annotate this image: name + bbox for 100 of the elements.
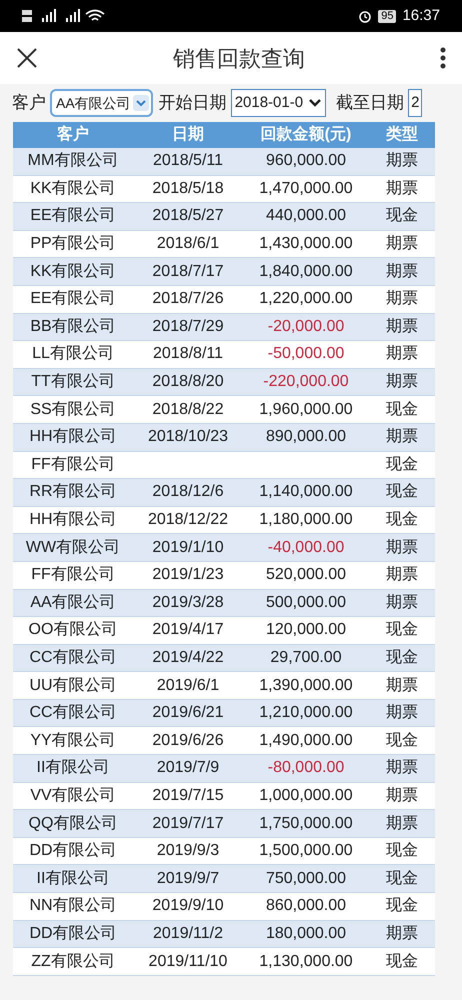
table-cell-text: 现金 xyxy=(385,730,419,751)
table-cell-text: OO有限公司 xyxy=(28,620,118,640)
table-cell-text: 2018/8/22 xyxy=(151,400,225,420)
table-cell-text: 期票 xyxy=(385,262,419,282)
customer-select[interactable]: AA有限公司 xyxy=(50,89,153,117)
alarm-icon xyxy=(358,9,372,23)
table-cell-text: 1,130,000.00 xyxy=(258,952,354,972)
table-cell-text: KK有限公司 xyxy=(29,262,117,282)
table-cell-text: 期票 xyxy=(385,924,419,944)
table-cell-text: 2018/8/20 xyxy=(151,372,225,392)
table-cell-text: -220,000.00 xyxy=(262,372,350,392)
table-cell-text: 1,220,000.00 xyxy=(258,289,354,310)
filter-label: 截至日期 xyxy=(336,92,404,114)
chevron-icon xyxy=(132,95,149,111)
table-cell-text: 2018/5/18 xyxy=(151,178,225,199)
table-cell-text: 期票 xyxy=(385,676,419,696)
table-cell-text: YY有限公司 xyxy=(29,730,117,751)
table-cell-text: 1,140,000.00 xyxy=(258,482,354,502)
table-cell-text: 2019/11/2 xyxy=(152,924,224,944)
table-cell-text: 2019/9/3 xyxy=(156,841,220,862)
table-cell-text: 1,430,000.00 xyxy=(258,234,354,254)
table-cell-text: 2019/7/17 xyxy=(151,814,225,834)
table-cell-text: 2019/1/10 xyxy=(151,538,225,558)
table-cell-text: 1,490,000.00 xyxy=(258,730,354,751)
table-cell-text: 现金 xyxy=(385,896,419,916)
table-cell-text: 500,000.00 xyxy=(264,592,348,613)
table-cell-text: II有限公司 xyxy=(36,868,110,889)
table-cell-text: 期票 xyxy=(385,758,419,778)
table-cell-text: 期票 xyxy=(385,178,419,199)
table-cell-text: 1,390,000.00 xyxy=(258,676,354,696)
table-cell-text: 2019/9/7 xyxy=(156,868,220,889)
table-cell-text: 120,000.00 xyxy=(264,620,348,640)
table-cell-text: 现金 xyxy=(385,952,419,972)
date-select[interactable]: 2 xyxy=(408,89,422,117)
table-cell-text: 期票 xyxy=(385,565,419,586)
table-cell-text: 2019/1/23 xyxy=(151,565,225,586)
date-select[interactable]: 2018-01-0 xyxy=(230,89,326,117)
filter-label: 客户 xyxy=(12,92,46,114)
table-cell-text: 现金 xyxy=(385,454,419,475)
table-cell-text: 1,750,000.00 xyxy=(258,814,354,834)
close-icon[interactable] xyxy=(16,47,38,69)
table-cell-text: 期票 xyxy=(385,344,419,364)
table-cell-text: AA有限公司 xyxy=(29,592,117,613)
table-cell-text: PP有限公司 xyxy=(29,234,117,254)
table-cell-text: 期票 xyxy=(385,289,419,310)
table-cell-text: 2019/3/28 xyxy=(151,592,225,613)
table-cell-text: LL有限公司 xyxy=(31,344,115,364)
table-cell-text: 2018/5/11 xyxy=(152,151,224,172)
table-cell-text: 2018/6/1 xyxy=(156,234,220,254)
table-cell-text: 1,960,000.00 xyxy=(258,400,354,420)
table-cell-text: II有限公司 xyxy=(36,758,110,778)
table-cell-text: 2019/9/10 xyxy=(151,896,225,916)
table-cell-text: 期票 xyxy=(385,316,419,337)
table-cell-text: CC有限公司 xyxy=(28,703,118,724)
table-cell-text: 520,000.00 xyxy=(264,565,348,586)
table-cell-text: 440,000.00 xyxy=(264,206,348,226)
table-cell-text: 2018/7/17 xyxy=(151,262,225,282)
table-cell-text: -20,000.00 xyxy=(266,316,346,337)
table-cell-text: 现金 xyxy=(385,400,419,420)
table-cell-text: 1,180,000.00 xyxy=(258,510,354,530)
table-cell-text: 现金 xyxy=(385,482,419,502)
table-cell-text: 期票 xyxy=(385,592,419,613)
page-title: 销售回款查询 xyxy=(173,44,305,72)
table-cell-text: BB有限公司 xyxy=(29,316,117,337)
table-cell-text: NN有限公司 xyxy=(28,896,118,916)
table-cell-text: 现金 xyxy=(385,868,419,889)
table-cell-text: 1,210,000.00 xyxy=(258,703,354,724)
table-cell-text: 2018/12/6 xyxy=(151,482,225,502)
table-cell-text: -40,000.00 xyxy=(266,538,346,558)
table-cell-text: UU有限公司 xyxy=(28,676,118,696)
table-cell-text: 期票 xyxy=(385,703,419,724)
table-cell-text: 2018/10/23 xyxy=(146,427,230,448)
table-cell-text: KK有限公司 xyxy=(29,178,117,199)
table-cell-text: 现金 xyxy=(385,841,419,862)
table-cell-text: QQ有限公司 xyxy=(28,814,118,834)
table-cell-text: 1,840,000.00 xyxy=(258,262,354,282)
table-cell-text: 2019/11/10 xyxy=(148,952,228,972)
table-cell-text: WW有限公司 xyxy=(24,538,122,558)
table-cell-text: 29,700.00 xyxy=(269,648,343,668)
table-cell-text: SS有限公司 xyxy=(29,400,117,420)
table-cell-text: 860,000.00 xyxy=(264,896,348,916)
table-cell-text: -50,000.00 xyxy=(266,344,346,364)
clock-time: 16:37 xyxy=(402,6,440,26)
table-cell-text: 2018/7/29 xyxy=(151,316,225,337)
table-cell-text: 期票 xyxy=(385,538,419,558)
column-header: 客户 xyxy=(56,124,90,145)
column-header: 类型 xyxy=(385,124,419,145)
table-cell-text: RR有限公司 xyxy=(28,482,118,502)
table-cell-text: ZZ有限公司 xyxy=(30,952,116,972)
battery-level: 95 xyxy=(378,10,396,22)
table-cell-text: 2018/8/11 xyxy=(152,344,224,364)
filter-label: 开始日期 xyxy=(158,92,227,114)
table-cell-text: 2019/6/21 xyxy=(151,703,225,724)
more-icon[interactable] xyxy=(440,47,446,69)
table-cell-text: 期票 xyxy=(385,786,419,806)
table-cell-text: 890,000.00 xyxy=(264,427,348,448)
table-cell-text: EE有限公司 xyxy=(29,289,117,310)
table-cell-text: 1,500,000.00 xyxy=(258,841,354,862)
table-cell-text: 期票 xyxy=(385,427,419,448)
table-cell-text: 2019/4/22 xyxy=(151,648,225,668)
